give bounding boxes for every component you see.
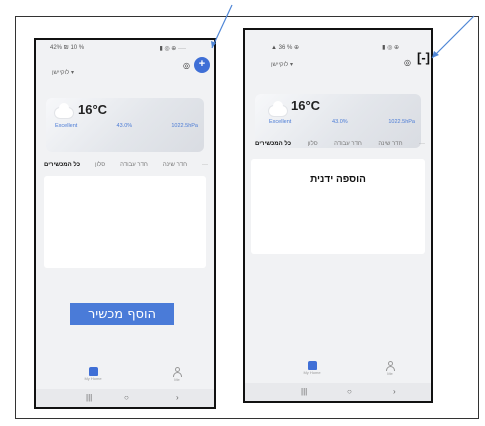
annotation-arrows [211,4,475,59]
arrow-left [211,4,233,49]
arrow-right [431,15,475,59]
